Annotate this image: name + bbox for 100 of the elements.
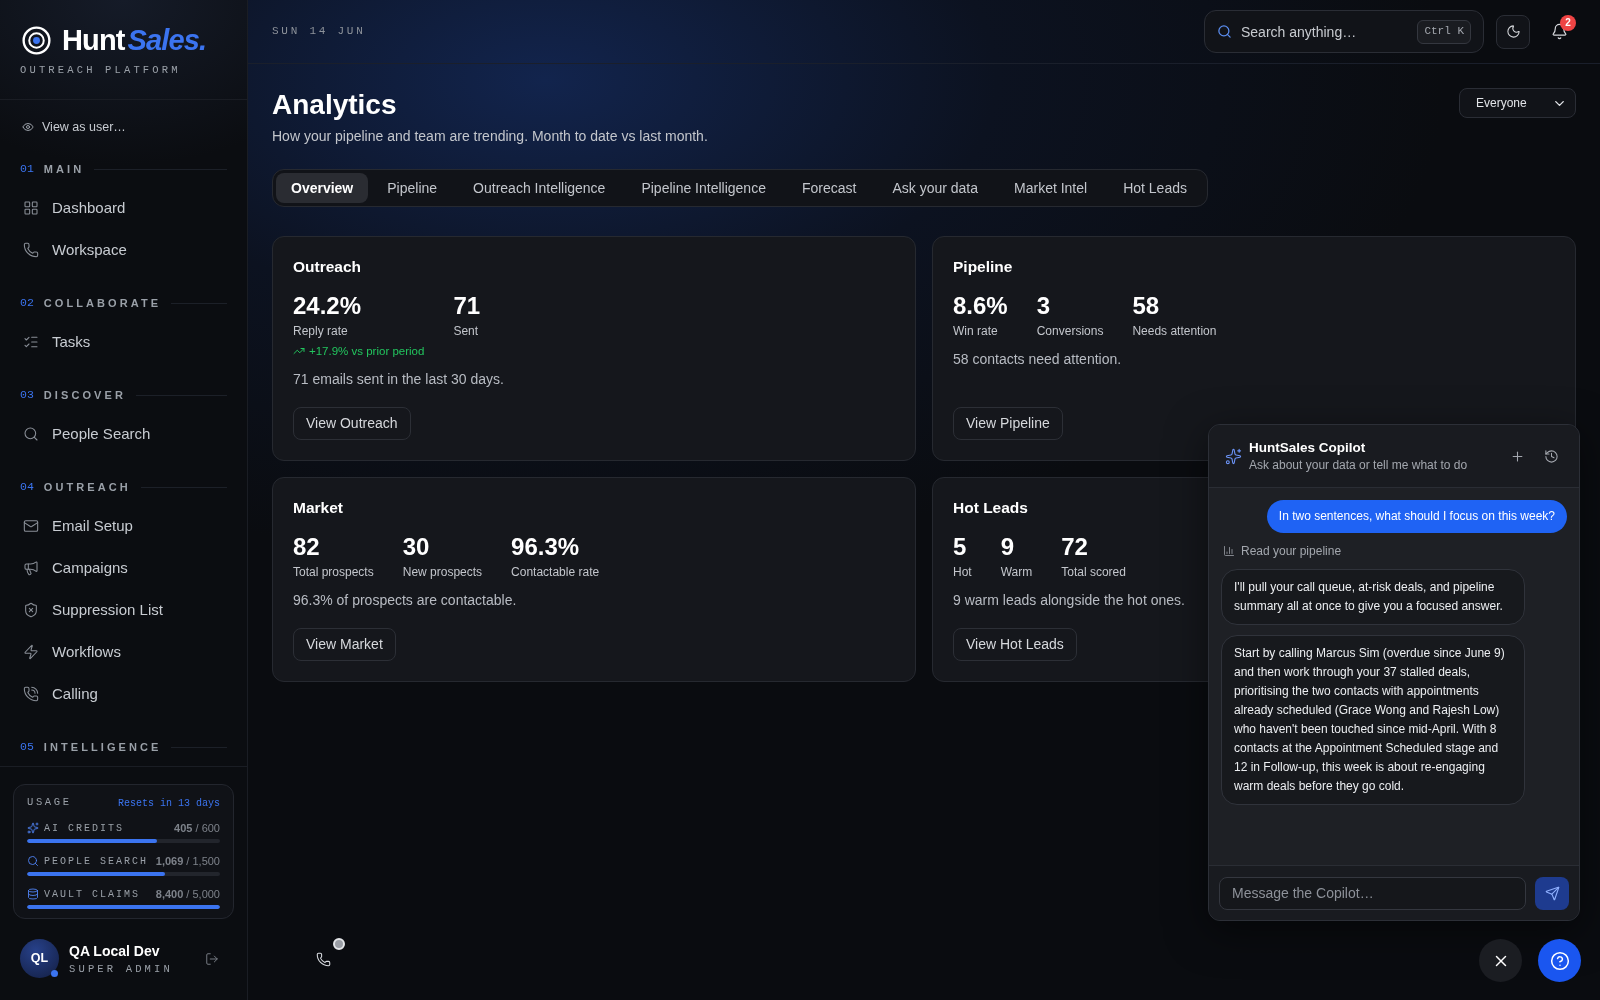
- meter-label: PEOPLE SEARCH: [44, 854, 148, 869]
- brand-name: HuntSales.: [62, 24, 207, 56]
- nav-item[interactable]: Campaigns: [20, 547, 227, 589]
- theme-toggle-button[interactable]: [1496, 14, 1530, 49]
- view-as-user-link[interactable]: View as user…: [20, 113, 126, 141]
- search-input[interactable]: Search anything…: [1241, 19, 1410, 44]
- search-icon: [23, 426, 39, 442]
- tab[interactable]: Pipeline: [370, 173, 455, 203]
- stat-value: 8.6%: [953, 292, 1008, 320]
- message-input[interactable]: Message the Copilot…: [1219, 876, 1526, 910]
- meter-label: VAULT CLAIMS: [44, 887, 140, 902]
- section-number: 05: [20, 739, 34, 756]
- megaphone-icon: [23, 560, 39, 576]
- nav-item[interactable]: Tasks: [20, 321, 227, 363]
- nav-item[interactable]: People Search: [20, 413, 227, 455]
- page-title: Analytics: [272, 88, 397, 122]
- view-button[interactable]: View Market: [293, 628, 396, 661]
- send-icon: [1544, 885, 1560, 901]
- nav-item[interactable]: Suppression List: [20, 589, 227, 631]
- meter-reading: 405 / 600: [174, 820, 220, 836]
- card-description: 58 contacts need attention.: [953, 350, 1122, 369]
- lightning-icon: [23, 644, 39, 660]
- stat-value: 24.2%: [293, 292, 362, 320]
- phone-call-icon: [23, 686, 39, 702]
- stat-label: Hot: [953, 564, 972, 580]
- history-icon: [1543, 448, 1559, 464]
- stat-value: 30: [402, 533, 430, 561]
- stat-label: Total scored: [1061, 564, 1126, 580]
- stat-value: 9: [1000, 533, 1015, 561]
- section-number: 04: [20, 479, 34, 496]
- user-role: SUPER ADMIN: [69, 961, 173, 976]
- card-description: 96.3% of prospects are contactable.: [293, 591, 517, 610]
- tab[interactable]: Pipeline Intelligence: [624, 173, 783, 203]
- envelope-icon: [23, 518, 39, 534]
- section-title: INTELLIGENCE: [43, 739, 162, 755]
- status-text: Read your pipeline: [1241, 543, 1342, 559]
- tab[interactable]: Ask your data: [875, 173, 995, 203]
- stat-label: Needs attention: [1132, 323, 1217, 339]
- stat-value: 82: [293, 533, 320, 561]
- section-title: OUTREACH: [43, 479, 131, 495]
- view-button[interactable]: View Pipeline: [953, 407, 1063, 440]
- notifications-button[interactable]: 2: [1542, 14, 1576, 49]
- stat-value: 5: [953, 533, 967, 561]
- send-button[interactable]: [1535, 876, 1569, 910]
- meter-reading: 8,400 / 5,000: [155, 886, 220, 902]
- stat-label: Total prospects: [293, 564, 374, 580]
- stat-label: New prospects: [402, 564, 483, 580]
- assistant-message: Start by calling Marcus Sim (overdue since June 9) and then work through your 37 stalled deals, prioritising the two contacts with appointments already scheduled (Grace Wong and Rajesh Low) who haven't been touched since mid-April. With 8 contacts at the Appointment Scheduled stage and 12 in Follow-up, this week is about re-engaging warm deals before they go cold.: [1221, 635, 1525, 805]
- search-field[interactable]: Search anything… Ctrl K: [1204, 10, 1484, 53]
- stat-label: Win rate: [953, 323, 998, 339]
- section-title: COLLABORATE: [43, 295, 162, 311]
- user-message: In two sentences, what should I focus on this week?: [1266, 500, 1567, 533]
- view-button[interactable]: View Outreach: [293, 407, 411, 440]
- audience-select[interactable]: Everyone: [1459, 88, 1576, 118]
- section-title: DISCOVER: [43, 387, 126, 403]
- shortcut-key: Ctrl K: [1417, 19, 1471, 44]
- date-label: SUN 14 JUN: [272, 24, 366, 40]
- card-title: Pipeline: [953, 257, 1013, 277]
- bar-chart-icon: [1223, 545, 1235, 557]
- trend-up-icon: [293, 345, 305, 357]
- search-icon: [1217, 24, 1232, 39]
- nav-item[interactable]: Workspace: [20, 229, 227, 271]
- card-description: 71 emails sent in the last 30 days.: [293, 370, 504, 389]
- section-number: 03: [20, 387, 34, 404]
- phone-icon: [23, 242, 39, 258]
- tab[interactable]: Hot Leads: [1106, 173, 1204, 203]
- stat-label: Reply rate: [293, 323, 348, 339]
- shield-icon: [23, 602, 39, 618]
- card-title: Market: [293, 498, 343, 518]
- section-number: 02: [20, 295, 34, 312]
- nav-item[interactable]: Email Setup: [20, 505, 227, 547]
- card-title: Hot Leads: [953, 498, 1028, 518]
- phone-icon: [315, 951, 331, 967]
- card-description: 9 warm leads alongside the hot ones.: [953, 591, 1185, 610]
- tab[interactable]: Outreach Intelligence: [456, 173, 623, 203]
- eye-icon: [22, 121, 34, 133]
- user-name: QA Local Dev: [69, 941, 161, 960]
- tab[interactable]: Overview: [276, 173, 369, 203]
- stat-value: 3: [1036, 292, 1051, 320]
- tab[interactable]: Forecast: [784, 173, 874, 203]
- database-icon: [27, 888, 39, 900]
- nav-item[interactable]: Workflows: [20, 631, 227, 673]
- user-avatar: QL: [20, 939, 59, 978]
- view-button[interactable]: View Hot Leads: [953, 628, 1077, 661]
- nav-item[interactable]: Dashboard: [20, 187, 227, 229]
- nav-item[interactable]: Calling: [20, 673, 227, 715]
- stat-label: Warm: [1000, 564, 1033, 580]
- stat-value: 71: [453, 292, 481, 320]
- trend-text: +17.9% vs prior period: [309, 344, 425, 359]
- section-number: 01: [20, 161, 34, 178]
- meter-label: AI CREDITS: [44, 821, 124, 836]
- plus-icon: [1509, 448, 1525, 464]
- sparkle-icon: [27, 822, 39, 834]
- tab[interactable]: Market Intel: [997, 173, 1105, 203]
- stat-label: Sent: [453, 323, 479, 339]
- reset-note: Resets in 13 days: [117, 796, 220, 811]
- page-subtitle: How your pipeline and team are trending. Month to date vs last month.: [272, 127, 708, 146]
- stat-value: 96.3%: [511, 533, 580, 561]
- logout-icon: [205, 951, 219, 966]
- copilot-title: HuntSales Copilot: [1249, 438, 1366, 457]
